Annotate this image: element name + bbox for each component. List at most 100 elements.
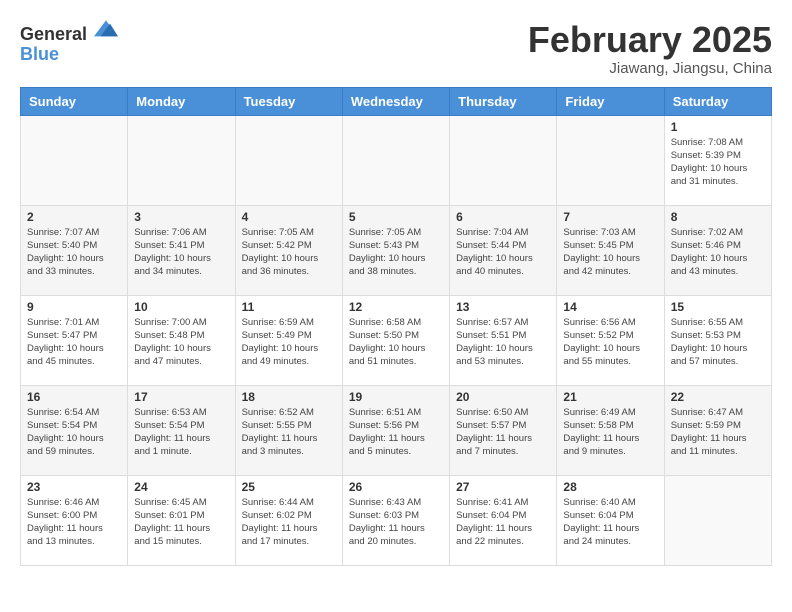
logo: General Blue <box>20 20 118 65</box>
day-number: 17 <box>134 390 228 404</box>
day-number: 7 <box>563 210 657 224</box>
day-header-monday: Monday <box>128 87 235 115</box>
day-number: 22 <box>671 390 765 404</box>
calendar-cell: 25 Sunrise: 6:44 AMSunset: 6:02 PMDayligh… <box>235 475 342 565</box>
logo-blue: Blue <box>20 44 59 64</box>
calendar-cell: 12 Sunrise: 6:58 AMSunset: 5:50 PMDayligh… <box>342 295 449 385</box>
day-number: 28 <box>563 480 657 494</box>
day-info: Sunrise: 6:52 AMSunset: 5:55 PMDaylight:… <box>242 406 336 459</box>
calendar-cell: 21 Sunrise: 6:49 AMSunset: 5:58 PMDayligh… <box>557 385 664 475</box>
day-info: Sunrise: 7:07 AMSunset: 5:40 PMDaylight:… <box>27 226 121 279</box>
day-number: 16 <box>27 390 121 404</box>
day-number: 14 <box>563 300 657 314</box>
week-row-4: 16 Sunrise: 6:54 AMSunset: 5:54 PMDayligh… <box>21 385 772 475</box>
day-number: 24 <box>134 480 228 494</box>
calendar-cell <box>235 115 342 205</box>
day-header-friday: Friday <box>557 87 664 115</box>
day-info: Sunrise: 6:55 AMSunset: 5:53 PMDaylight:… <box>671 316 765 369</box>
day-number: 10 <box>134 300 228 314</box>
day-info: Sunrise: 6:41 AMSunset: 6:04 PMDaylight:… <box>456 496 550 549</box>
day-info: Sunrise: 6:59 AMSunset: 5:49 PMDaylight:… <box>242 316 336 369</box>
day-header-wednesday: Wednesday <box>342 87 449 115</box>
day-info: Sunrise: 6:49 AMSunset: 5:58 PMDaylight:… <box>563 406 657 459</box>
day-number: 26 <box>349 480 443 494</box>
calendar-cell <box>557 115 664 205</box>
day-info: Sunrise: 6:47 AMSunset: 5:59 PMDaylight:… <box>671 406 765 459</box>
day-info: Sunrise: 7:00 AMSunset: 5:48 PMDaylight:… <box>134 316 228 369</box>
calendar-cell: 1Sunrise: 7:08 AMSunset: 5:39 PMDaylight… <box>664 115 771 205</box>
calendar-cell: 11 Sunrise: 6:59 AMSunset: 5:49 PMDayligh… <box>235 295 342 385</box>
calendar-cell: 26 Sunrise: 6:43 AMSunset: 6:03 PMDayligh… <box>342 475 449 565</box>
calendar-title: February 2025 <box>528 20 772 60</box>
day-info: Sunrise: 6:54 AMSunset: 5:54 PMDaylight:… <box>27 406 121 459</box>
day-info: Sunrise: 7:02 AMSunset: 5:46 PMDaylight:… <box>671 226 765 279</box>
calendar-cell <box>342 115 449 205</box>
day-number: 25 <box>242 480 336 494</box>
calendar-cell <box>664 475 771 565</box>
day-info: Sunrise: 6:56 AMSunset: 5:52 PMDaylight:… <box>563 316 657 369</box>
calendar-cell: 9 Sunrise: 7:01 AMSunset: 5:47 PMDaylight… <box>21 295 128 385</box>
title-block: February 2025 Jiawang, Jiangsu, China <box>528 20 772 77</box>
calendar-cell: 8 Sunrise: 7:02 AMSunset: 5:46 PMDaylight… <box>664 205 771 295</box>
day-info: Sunrise: 6:51 AMSunset: 5:56 PMDaylight:… <box>349 406 443 459</box>
day-number: 23 <box>27 480 121 494</box>
calendar-cell: 27 Sunrise: 6:41 AMSunset: 6:04 PMDayligh… <box>450 475 557 565</box>
day-number: 4 <box>242 210 336 224</box>
calendar-cell: 10 Sunrise: 7:00 AMSunset: 5:48 PMDayligh… <box>128 295 235 385</box>
day-number: 2 <box>27 210 121 224</box>
day-info: Sunrise: 6:58 AMSunset: 5:50 PMDaylight:… <box>349 316 443 369</box>
calendar-cell: 5 Sunrise: 7:05 AMSunset: 5:43 PMDaylight… <box>342 205 449 295</box>
calendar-cell: 3 Sunrise: 7:06 AMSunset: 5:41 PMDaylight… <box>128 205 235 295</box>
calendar-cell <box>21 115 128 205</box>
logo-icon <box>94 20 118 40</box>
days-header-row: SundayMondayTuesdayWednesdayThursdayFrid… <box>21 87 772 115</box>
day-number: 9 <box>27 300 121 314</box>
day-info: Sunrise: 6:57 AMSunset: 5:51 PMDaylight:… <box>456 316 550 369</box>
day-number: 3 <box>134 210 228 224</box>
calendar-cell: 6 Sunrise: 7:04 AMSunset: 5:44 PMDaylight… <box>450 205 557 295</box>
calendar-cell: 19 Sunrise: 6:51 AMSunset: 5:56 PMDayligh… <box>342 385 449 475</box>
page-header: General Blue February 2025 Jiawang, Jian… <box>20 20 772 77</box>
day-info: Sunrise: 7:06 AMSunset: 5:41 PMDaylight:… <box>134 226 228 279</box>
calendar-cell <box>450 115 557 205</box>
day-info: Sunrise: 6:43 AMSunset: 6:03 PMDaylight:… <box>349 496 443 549</box>
calendar-cell: 15 Sunrise: 6:55 AMSunset: 5:53 PMDayligh… <box>664 295 771 385</box>
calendar-cell: 13Sunrise: 6:57 AMSunset: 5:51 PMDayligh… <box>450 295 557 385</box>
calendar-cell: 17Sunrise: 6:53 AMSunset: 5:54 PMDayligh… <box>128 385 235 475</box>
day-info: Sunrise: 7:05 AMSunset: 5:42 PMDaylight:… <box>242 226 336 279</box>
day-header-saturday: Saturday <box>664 87 771 115</box>
calendar-cell: 20Sunrise: 6:50 AMSunset: 5:57 PMDayligh… <box>450 385 557 475</box>
calendar-cell: 23 Sunrise: 6:46 AMSunset: 6:00 PMDayligh… <box>21 475 128 565</box>
day-number: 5 <box>349 210 443 224</box>
day-number: 6 <box>456 210 550 224</box>
day-number: 21 <box>563 390 657 404</box>
calendar-cell: 28Sunrise: 6:40 AMSunset: 6:04 PMDayligh… <box>557 475 664 565</box>
day-number: 12 <box>349 300 443 314</box>
day-header-tuesday: Tuesday <box>235 87 342 115</box>
day-number: 19 <box>349 390 443 404</box>
day-info: Sunrise: 6:45 AMSunset: 6:01 PMDaylight:… <box>134 496 228 549</box>
calendar-subtitle: Jiawang, Jiangsu, China <box>528 60 772 77</box>
day-number: 8 <box>671 210 765 224</box>
calendar-cell: 24 Sunrise: 6:45 AMSunset: 6:01 PMDayligh… <box>128 475 235 565</box>
day-info: Sunrise: 6:44 AMSunset: 6:02 PMDaylight:… <box>242 496 336 549</box>
day-info: Sunrise: 7:08 AMSunset: 5:39 PMDaylight:… <box>671 136 765 189</box>
day-info: Sunrise: 7:01 AMSunset: 5:47 PMDaylight:… <box>27 316 121 369</box>
week-row-3: 9 Sunrise: 7:01 AMSunset: 5:47 PMDaylight… <box>21 295 772 385</box>
day-header-thursday: Thursday <box>450 87 557 115</box>
week-row-5: 23 Sunrise: 6:46 AMSunset: 6:00 PMDayligh… <box>21 475 772 565</box>
day-info: Sunrise: 7:03 AMSunset: 5:45 PMDaylight:… <box>563 226 657 279</box>
day-number: 11 <box>242 300 336 314</box>
week-row-1: 1Sunrise: 7:08 AMSunset: 5:39 PMDaylight… <box>21 115 772 205</box>
calendar-cell: 18Sunrise: 6:52 AMSunset: 5:55 PMDayligh… <box>235 385 342 475</box>
calendar-cell: 2 Sunrise: 7:07 AMSunset: 5:40 PMDaylight… <box>21 205 128 295</box>
day-info: Sunrise: 7:05 AMSunset: 5:43 PMDaylight:… <box>349 226 443 279</box>
day-number: 15 <box>671 300 765 314</box>
day-header-sunday: Sunday <box>21 87 128 115</box>
day-info: Sunrise: 6:50 AMSunset: 5:57 PMDaylight:… <box>456 406 550 459</box>
day-info: Sunrise: 6:46 AMSunset: 6:00 PMDaylight:… <box>27 496 121 549</box>
day-info: Sunrise: 7:04 AMSunset: 5:44 PMDaylight:… <box>456 226 550 279</box>
day-number: 27 <box>456 480 550 494</box>
week-row-2: 2 Sunrise: 7:07 AMSunset: 5:40 PMDaylight… <box>21 205 772 295</box>
calendar-cell: 14 Sunrise: 6:56 AMSunset: 5:52 PMDayligh… <box>557 295 664 385</box>
